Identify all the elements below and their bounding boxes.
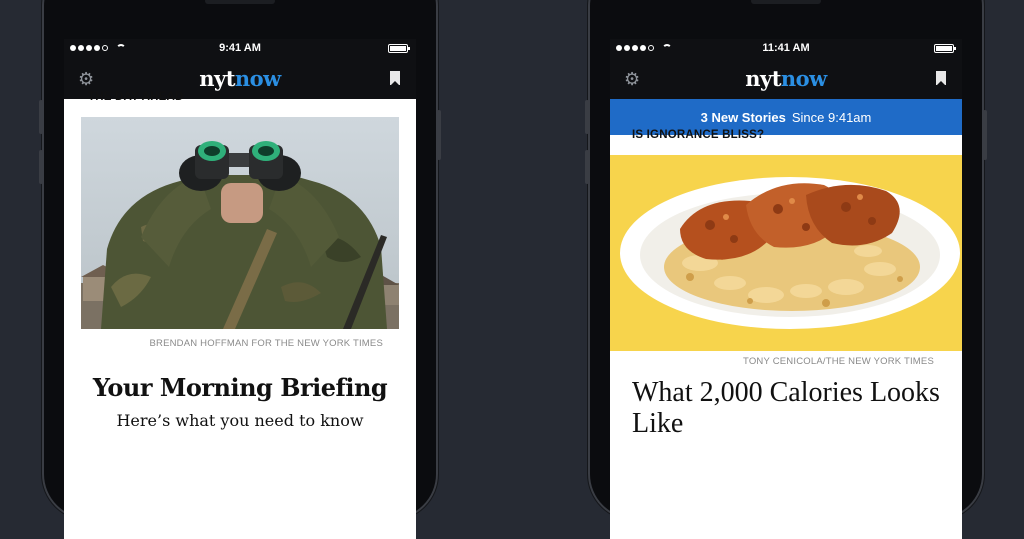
volume-button <box>585 100 589 134</box>
status-bar: 11:41 AM <box>610 39 962 59</box>
bookmark-icon[interactable] <box>936 71 946 86</box>
power-button <box>983 110 987 160</box>
volume-button <box>585 150 589 184</box>
article-dek: Here’s what you need to know <box>116 411 364 430</box>
article-photo-soldier-binoculars[interactable] <box>81 117 399 329</box>
power-button <box>437 110 441 160</box>
battery-icon <box>388 44 410 53</box>
battery-icon <box>934 44 956 53</box>
app-logo: nytnow <box>745 66 827 91</box>
phone-right: 11:41 AM ⚙ nytnow 3 New Stories Since 9:… <box>585 0 987 539</box>
article-headline[interactable]: What 2,000 Calories Looks Like <box>632 377 950 439</box>
status-time: 9:41 AM <box>219 42 261 54</box>
phone-speaker <box>751 0 821 4</box>
article-photo-pasta-plate[interactable] <box>610 155 962 351</box>
volume-button <box>39 100 43 134</box>
volume-button <box>39 150 43 184</box>
app-logo: nytnow <box>199 66 281 91</box>
section-kicker: THE DAY AHEAD <box>88 91 184 103</box>
app-screen: 11:41 AM ⚙ nytnow 3 New Stories Since 9:… <box>610 39 962 539</box>
phone-left: 9:41 AM ⚙ nytnow THE DAY AHEAD BRENDAN H… <box>39 0 441 539</box>
phone-speaker <box>205 0 275 4</box>
bookmark-icon[interactable] <box>390 71 400 86</box>
photo-credit: BRENDAN HOFFMAN FOR THE NEW YORK TIMES <box>149 338 383 349</box>
article-headline[interactable]: Your Morning Briefing <box>64 373 416 402</box>
status-bar: 9:41 AM <box>64 39 416 59</box>
section-kicker: IS IGNORANCE BLISS? <box>632 129 765 141</box>
new-stories-since: Since 9:41am <box>791 109 872 125</box>
status-time: 11:41 AM <box>762 42 810 54</box>
photo-credit: TONY CENICOLA/THE NEW YORK TIMES <box>743 356 934 367</box>
nav-bar: ⚙ nytnow <box>610 59 962 99</box>
app-screen: 9:41 AM ⚙ nytnow THE DAY AHEAD BRENDAN H… <box>64 39 416 539</box>
new-stories-count: 3 New Stories <box>700 109 786 125</box>
